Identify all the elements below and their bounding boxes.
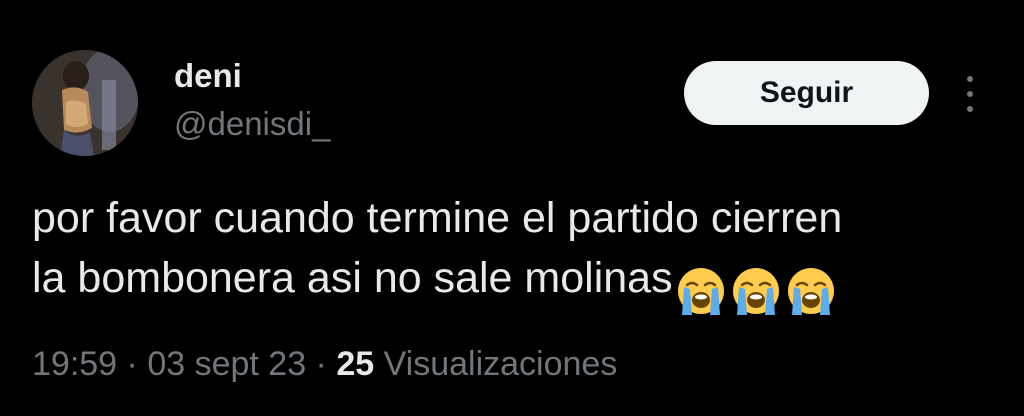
follow-button[interactable]: Seguir (684, 61, 929, 125)
views-label[interactable]: Visualizaciones (374, 345, 618, 383)
tweet-card: deni @denisdi_ Seguir por favor cuando t… (0, 0, 1024, 416)
more-dot (967, 76, 973, 82)
avatar-photo (32, 50, 138, 156)
tweet-date[interactable]: 03 sept 23 (147, 345, 306, 383)
tweet-text-line: por favor cuando termine el partido cier… (32, 194, 843, 242)
loudly-crying-face-icon (787, 267, 834, 315)
more-options-icon[interactable] (958, 76, 982, 112)
meta-separator: · (306, 345, 337, 383)
loudly-crying-face-icon (677, 267, 724, 315)
tweet-text-line-2: la bombonera asi no sale molinas (32, 248, 992, 315)
loudly-crying-face-icon (732, 267, 779, 315)
tweet-meta: 19:59 · 03 sept 23 · 25 Visualizaciones (32, 342, 617, 386)
avatar[interactable] (32, 50, 138, 156)
author-handle[interactable]: @denisdi_ (174, 104, 330, 144)
author-display-name[interactable]: deni (174, 56, 242, 96)
tweet-time[interactable]: 19:59 (32, 345, 117, 383)
emoji-group (675, 258, 840, 318)
more-dot (967, 91, 973, 97)
tweet-text: por favor cuando termine el partido cier… (32, 188, 992, 315)
more-dot (967, 106, 973, 112)
views-count[interactable]: 25 (336, 345, 374, 383)
tweet-text-line: la bombonera asi no sale molinas (32, 254, 673, 302)
meta-separator: · (117, 345, 148, 383)
